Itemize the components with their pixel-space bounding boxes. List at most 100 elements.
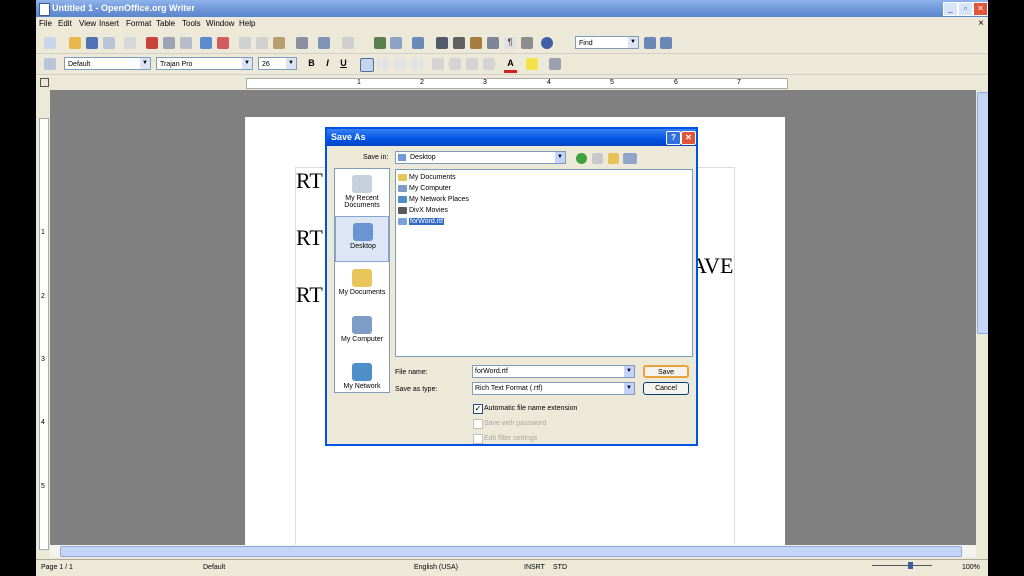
insert-mode[interactable]: INSRT: [524, 564, 545, 571]
place-desktop[interactable]: Desktop: [335, 216, 389, 262]
scroll-thumb[interactable]: [977, 92, 988, 334]
list-item[interactable]: My Network Places: [398, 194, 469, 205]
gallery-icon[interactable]: [470, 37, 482, 49]
find-next-icon[interactable]: [644, 37, 656, 49]
ruler-scale[interactable]: 1 2 3 4 5 6 7: [246, 78, 788, 89]
formatting-marks-icon[interactable]: ¶: [504, 37, 516, 49]
menu-insert[interactable]: Insert: [99, 19, 119, 28]
paste-icon[interactable]: [273, 37, 285, 49]
align-right-icon[interactable]: [394, 58, 406, 70]
cancel-button[interactable]: Cancel: [643, 382, 689, 395]
save-as-type-select[interactable]: Rich Text Format (.rtf) ▼: [472, 382, 635, 395]
zoom-icon[interactable]: [521, 37, 533, 49]
menu-file[interactable]: File: [39, 19, 52, 28]
zoom-slider[interactable]: [872, 565, 932, 566]
place-my-computer[interactable]: My Computer: [335, 310, 389, 356]
chevron-down-icon[interactable]: ▼: [624, 366, 634, 377]
menu-format[interactable]: Format: [126, 19, 151, 28]
save-password-checkbox[interactable]: [473, 419, 483, 429]
bullets-icon[interactable]: [449, 58, 461, 70]
new-document-icon[interactable]: [44, 37, 56, 49]
vertical-scrollbar[interactable]: [976, 90, 988, 545]
place-my-documents[interactable]: My Documents: [335, 263, 389, 309]
spellcheck-icon[interactable]: [200, 37, 212, 49]
list-item-selected[interactable]: forWord.rtf: [398, 216, 444, 227]
font-size-select[interactable]: 26 ▼: [258, 57, 297, 70]
zoom-slider-handle[interactable]: [908, 562, 913, 569]
close-document-icon[interactable]: ×: [978, 18, 984, 29]
tab-stop-selector[interactable]: [40, 78, 49, 87]
menu-edit[interactable]: Edit: [58, 19, 72, 28]
scroll-thumb[interactable]: [60, 546, 962, 557]
chevron-down-icon[interactable]: ▼: [140, 58, 150, 69]
background-color-icon[interactable]: [549, 58, 561, 70]
page-style[interactable]: Default: [203, 564, 225, 571]
print-icon[interactable]: [163, 37, 175, 49]
align-center-icon[interactable]: [377, 58, 389, 70]
save-icon[interactable]: [86, 37, 98, 49]
menu-tools[interactable]: Tools: [182, 19, 201, 28]
language-indicator[interactable]: English (USA): [414, 564, 458, 571]
views-menu-icon[interactable]: [623, 153, 637, 164]
font-name-select[interactable]: Trajan Pro ▼: [156, 57, 253, 70]
find-replace-icon[interactable]: [436, 37, 448, 49]
edit-filter-checkbox[interactable]: [473, 434, 483, 444]
list-item[interactable]: My Documents: [398, 172, 456, 183]
menu-table[interactable]: Table: [156, 19, 175, 28]
maximize-button[interactable]: ▫: [958, 2, 973, 16]
undo-icon[interactable]: [318, 37, 330, 49]
help-icon[interactable]: [541, 37, 553, 49]
new-folder-icon[interactable]: [608, 153, 619, 164]
align-left-icon[interactable]: [360, 58, 374, 72]
styles-formatting-icon[interactable]: [44, 58, 56, 70]
chevron-down-icon[interactable]: ▼: [624, 383, 634, 394]
open-icon[interactable]: [69, 37, 81, 49]
copy-icon[interactable]: [256, 37, 268, 49]
place-my-network[interactable]: My Network: [335, 357, 389, 403]
save-button[interactable]: Save: [643, 365, 689, 378]
vertical-ruler-scale[interactable]: 1 2 3 4 5: [39, 118, 49, 550]
save-in-select[interactable]: Desktop ▼: [395, 151, 566, 164]
format-paintbrush-icon[interactable]: [296, 37, 308, 49]
chevron-down-icon[interactable]: ▼: [242, 58, 252, 69]
autospellcheck-icon[interactable]: [217, 37, 229, 49]
chevron-down-icon[interactable]: ▼: [628, 37, 638, 48]
menu-view[interactable]: View: [79, 19, 96, 28]
close-icon[interactable]: ✕: [681, 131, 696, 145]
place-my-recent-documents[interactable]: My Recent Documents: [335, 169, 389, 215]
chevron-down-icon[interactable]: ▼: [555, 152, 565, 163]
file-name-field[interactable]: forWord.rtf ▼: [472, 365, 635, 378]
table-icon[interactable]: [390, 37, 402, 49]
numbering-icon[interactable]: [432, 58, 444, 70]
justify-icon[interactable]: [411, 58, 423, 70]
find-box[interactable]: Find ▼: [575, 36, 639, 49]
horizontal-scrollbar[interactable]: [50, 545, 976, 557]
menu-window[interactable]: Window: [206, 19, 234, 28]
list-item[interactable]: My Computer: [398, 183, 451, 194]
back-icon[interactable]: [576, 153, 587, 164]
up-folder-icon[interactable]: [592, 153, 603, 164]
cut-icon[interactable]: [239, 37, 251, 49]
menu-help[interactable]: Help: [239, 19, 255, 28]
selection-mode[interactable]: STD: [553, 564, 567, 571]
show-draw-icon[interactable]: [412, 37, 424, 49]
edit-file-icon[interactable]: [124, 37, 136, 49]
zoom-level[interactable]: 100%: [962, 564, 980, 571]
document-text-line[interactable]: RT: [296, 225, 323, 251]
hyperlink-icon[interactable]: [374, 37, 386, 49]
data-sources-icon[interactable]: [487, 37, 499, 49]
file-list[interactable]: My Documents My Computer My Network Plac…: [395, 169, 693, 357]
underline-button[interactable]: U: [337, 57, 350, 70]
redo-icon[interactable]: [342, 37, 354, 49]
auto-extension-checkbox[interactable]: ✓: [473, 404, 483, 414]
highlight-icon[interactable]: [526, 58, 538, 70]
decrease-indent-icon[interactable]: [466, 58, 478, 70]
increase-indent-icon[interactable]: [483, 58, 495, 70]
find-previous-icon[interactable]: [660, 37, 672, 49]
help-icon[interactable]: ?: [666, 131, 681, 145]
italic-button[interactable]: I: [321, 57, 334, 70]
bold-button[interactable]: B: [305, 57, 318, 70]
export-pdf-icon[interactable]: [146, 37, 158, 49]
chevron-down-icon[interactable]: ▼: [286, 58, 296, 69]
navigator-icon[interactable]: [453, 37, 465, 49]
